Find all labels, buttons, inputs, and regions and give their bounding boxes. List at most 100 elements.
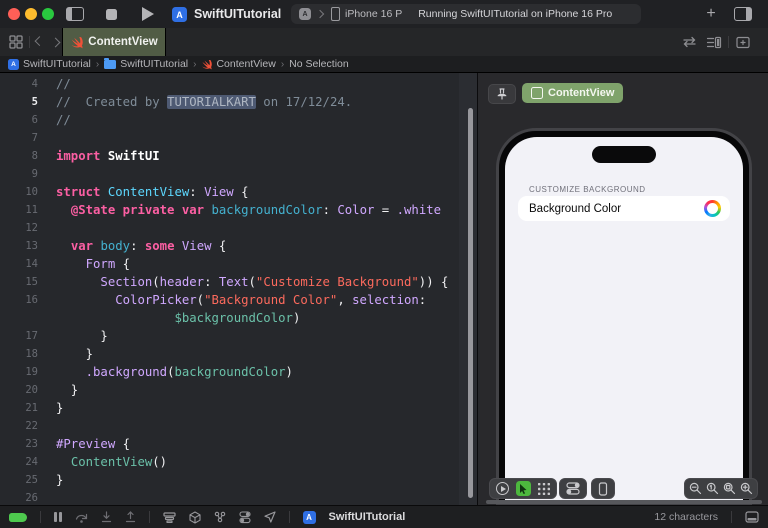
- code-line[interactable]: 19 .background(backgroundColor): [0, 363, 477, 381]
- environment-overrides-button[interactable]: [238, 510, 251, 524]
- line-number[interactable]: 25: [0, 471, 38, 489]
- line-number[interactable]: 16: [0, 291, 38, 309]
- color-wheel-icon[interactable]: [704, 200, 721, 217]
- code-line[interactable]: 6 //: [0, 111, 477, 129]
- line-number[interactable]: 22: [0, 417, 38, 435]
- line-number[interactable]: 13: [0, 237, 38, 255]
- code-text[interactable]: }: [56, 345, 93, 363]
- code-line[interactable]: 11 @State private var backgroundColor: C…: [0, 201, 477, 219]
- tab-overview-button[interactable]: [9, 28, 23, 56]
- run-button[interactable]: [142, 0, 154, 28]
- code-editor[interactable]: 4 // 5 // Created by TUTORIALKART on 17/12/…: [0, 73, 477, 505]
- code-line[interactable]: 14 Form {: [0, 255, 477, 273]
- step-over-button[interactable]: [75, 512, 88, 523]
- minimize-window-button[interactable]: [25, 8, 37, 20]
- line-number[interactable]: 15: [0, 273, 38, 291]
- code-line[interactable]: 4 //: [0, 75, 477, 93]
- code-line[interactable]: 13 var body: some View {: [0, 237, 477, 255]
- live-mode-button[interactable]: [496, 482, 509, 495]
- breadcrumb-project[interactable]: A SwiftUITutorial: [8, 58, 91, 70]
- breadcrumb-selection[interactable]: No Selection: [289, 58, 349, 70]
- toggle-left-sidebar-button[interactable]: [66, 0, 84, 28]
- line-number[interactable]: 21: [0, 399, 38, 417]
- process-name[interactable]: SwiftUITutorial: [329, 511, 406, 523]
- zoom-window-button[interactable]: [42, 8, 54, 20]
- code-text[interactable]: ColorPicker("Background Color", selectio…: [56, 291, 426, 309]
- close-window-button[interactable]: [8, 8, 20, 20]
- code-text[interactable]: struct ContentView: View {: [56, 183, 249, 201]
- line-number[interactable]: 14: [0, 255, 38, 273]
- line-number[interactable]: 7: [0, 129, 38, 147]
- line-number[interactable]: 9: [0, 165, 38, 183]
- code-text[interactable]: ContentView(): [56, 453, 167, 471]
- step-out-button[interactable]: [125, 511, 136, 523]
- code-text[interactable]: $backgroundColor): [56, 309, 300, 327]
- code-line[interactable]: 8 import SwiftUI: [0, 147, 477, 165]
- line-number[interactable]: 19: [0, 363, 38, 381]
- code-line[interactable]: 15 Section(header: Text("Customize Backg…: [0, 273, 477, 291]
- tab-contentview[interactable]: ContentView: [62, 28, 166, 56]
- code-text[interactable]: Section(header: Text("Customize Backgrou…: [56, 273, 448, 291]
- pin-preview-button[interactable]: [488, 84, 516, 104]
- pause-button[interactable]: [54, 512, 62, 522]
- code-text[interactable]: .background(backgroundColor): [56, 363, 293, 381]
- line-number[interactable]: 10: [0, 183, 38, 201]
- toggle-right-sidebar-button[interactable]: [734, 0, 752, 28]
- line-number[interactable]: 4: [0, 75, 38, 93]
- line-number[interactable]: 11: [0, 201, 38, 219]
- device-settings-button[interactable]: [591, 478, 615, 499]
- environment-overrides-button[interactable]: [559, 478, 587, 499]
- go-back-button[interactable]: [34, 28, 45, 56]
- preview-target-badge[interactable]: ContentView: [522, 83, 624, 103]
- code-line[interactable]: 10 struct ContentView: View {: [0, 183, 477, 201]
- view-hierarchy-button[interactable]: [162, 511, 176, 523]
- code-text[interactable]: }: [56, 399, 63, 417]
- code-line[interactable]: 23 #Preview {: [0, 435, 477, 453]
- line-number[interactable]: 18: [0, 345, 38, 363]
- scheme-destination-pill[interactable]: A iPhone 16 P Running SwiftUITutorial on…: [291, 4, 641, 24]
- toggle-debug-area-button[interactable]: [745, 511, 759, 523]
- code-line[interactable]: 17 }: [0, 327, 477, 345]
- code-text[interactable]: }: [56, 381, 78, 399]
- add-editor-button[interactable]: [736, 28, 750, 56]
- line-number[interactable]: 23: [0, 435, 38, 453]
- code-text[interactable]: @State private var backgroundColor: Colo…: [56, 201, 441, 219]
- line-number[interactable]: 26: [0, 489, 38, 505]
- step-into-button[interactable]: [101, 511, 112, 523]
- code-line[interactable]: 16 ColorPicker("Background Color", selec…: [0, 291, 477, 309]
- line-number[interactable]: 17: [0, 327, 38, 345]
- code-line[interactable]: 24 ContentView(): [0, 453, 477, 471]
- code-line[interactable]: 25}: [0, 471, 477, 489]
- code-text[interactable]: }: [56, 471, 63, 489]
- code-line[interactable]: 22: [0, 417, 477, 435]
- code-text[interactable]: //: [56, 75, 71, 93]
- code-text[interactable]: Form {: [56, 255, 130, 273]
- code-review-button[interactable]: [682, 28, 697, 56]
- line-number[interactable]: [0, 309, 38, 327]
- zoom-out-button[interactable]: [689, 482, 702, 495]
- zoom-100-button[interactable]: [706, 482, 719, 495]
- variants-button[interactable]: [538, 482, 550, 495]
- code-line[interactable]: 21}: [0, 399, 477, 417]
- simulate-location-button[interactable]: [263, 511, 276, 523]
- code-line[interactable]: 18 }: [0, 345, 477, 363]
- code-text[interactable]: //: [56, 111, 71, 129]
- line-number[interactable]: 8: [0, 147, 38, 165]
- code-line[interactable]: 20 }: [0, 381, 477, 399]
- add-button[interactable]: +: [700, 0, 722, 28]
- zoom-fit-button[interactable]: [723, 482, 736, 495]
- code-text[interactable]: // Created by TUTORIALKART on 17/12/24.: [56, 93, 352, 111]
- line-number[interactable]: 24: [0, 453, 38, 471]
- memory-graph-button[interactable]: [188, 510, 201, 524]
- select-mode-button[interactable]: [516, 481, 531, 496]
- code-text[interactable]: }: [56, 327, 107, 345]
- editor-options-button[interactable]: [706, 28, 722, 56]
- code-line[interactable]: 12: [0, 219, 477, 237]
- preview-horizontal-scrollbar[interactable]: [486, 500, 762, 504]
- editor-vertical-scrollbar[interactable]: [468, 108, 473, 498]
- stop-button[interactable]: [106, 0, 117, 28]
- breadcrumb-group[interactable]: SwiftUITutorial: [104, 58, 188, 70]
- debug-graph-button[interactable]: [214, 511, 226, 523]
- line-number[interactable]: 20: [0, 381, 38, 399]
- line-number[interactable]: 5: [0, 93, 38, 111]
